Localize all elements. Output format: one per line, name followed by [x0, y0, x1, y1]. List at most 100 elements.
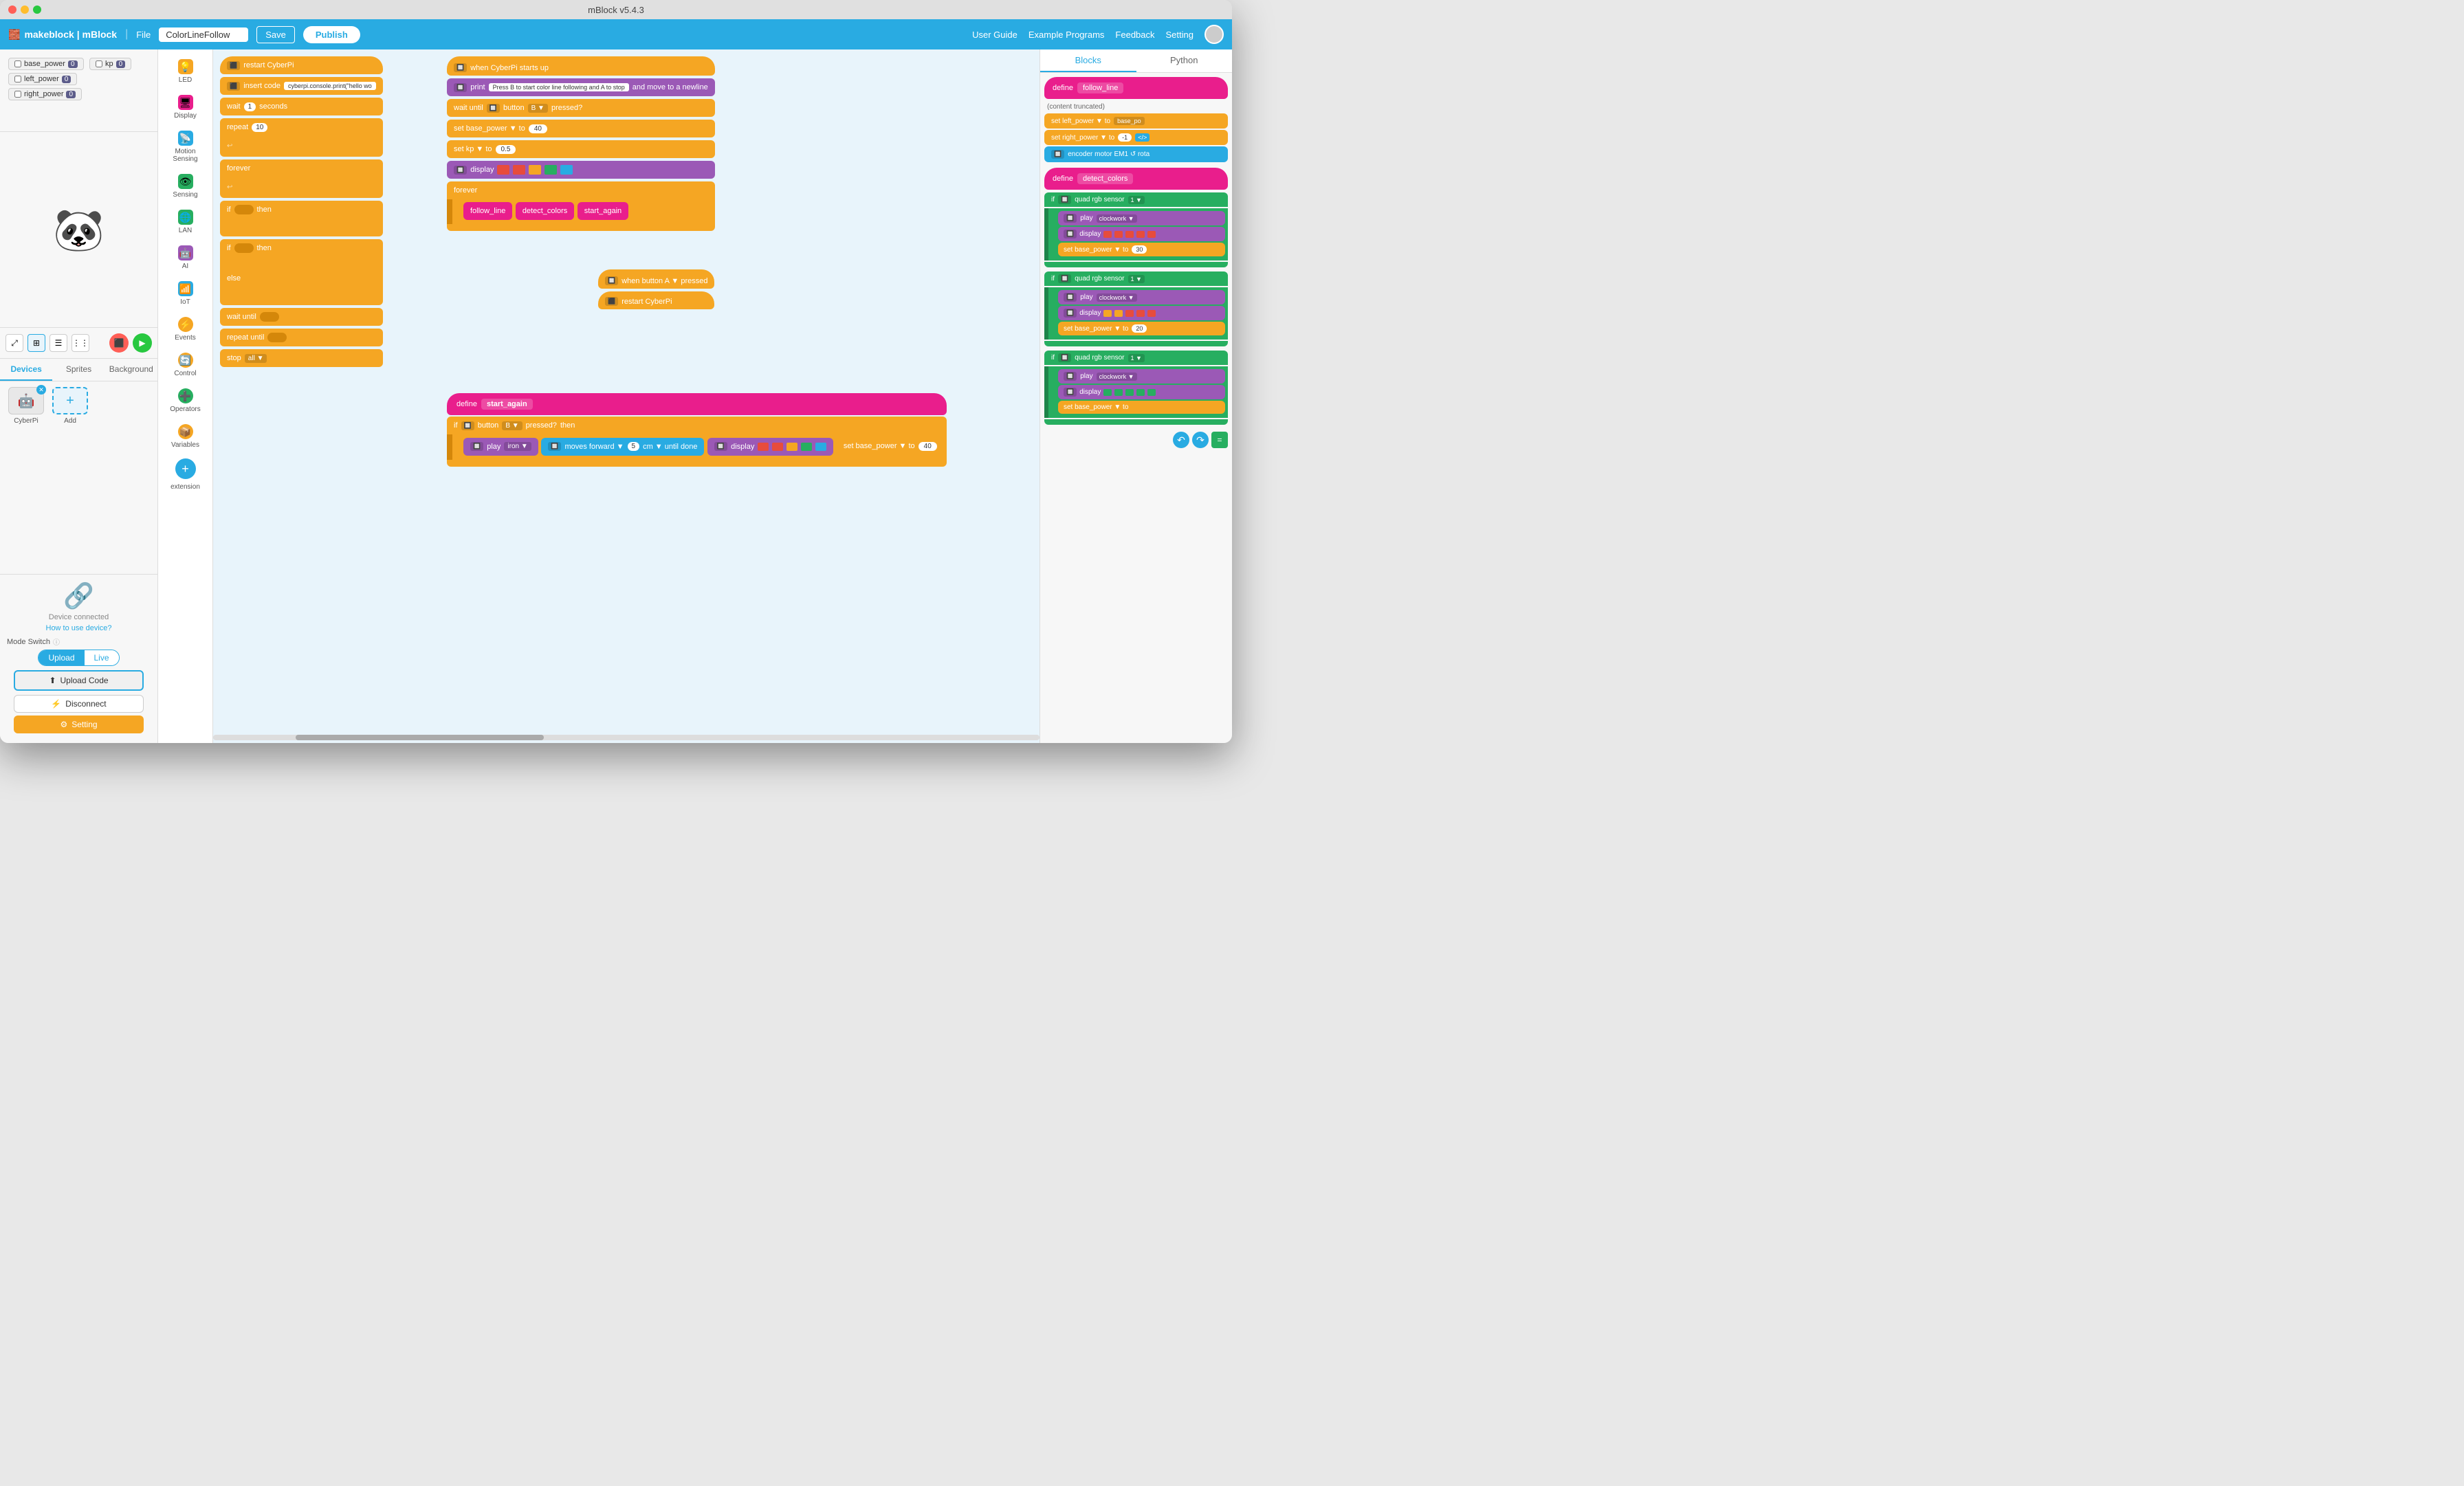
- block-detect-colors[interactable]: detect_colors: [516, 202, 574, 220]
- block-set-left-power[interactable]: set left_power ▼ to base_po: [1044, 113, 1228, 129]
- block-wait-until-btn[interactable]: wait until 🔲 button B ▼ pressed?: [447, 99, 715, 117]
- device-delete-btn[interactable]: ✕: [36, 385, 46, 395]
- quad-2-dd[interactable]: 1 ▼: [1128, 275, 1145, 283]
- how-to-use-link[interactable]: How to use device?: [7, 624, 151, 632]
- run-button[interactable]: ▶: [133, 333, 152, 353]
- upload-mode-btn[interactable]: Upload: [38, 650, 84, 665]
- block-b-dd[interactable]: B ▼: [502, 421, 522, 430]
- live-mode-btn[interactable]: Live: [85, 650, 119, 665]
- block-if-quad-2[interactable]: if 🔲 quad rgb sensor 1 ▼: [1044, 271, 1228, 286]
- block-set-bp-r3[interactable]: set base_power ▼ to: [1058, 401, 1225, 414]
- cat-control[interactable]: 🔄 Control: [161, 348, 210, 381]
- tab-background[interactable]: Background: [105, 359, 157, 381]
- block-kp-value[interactable]: 0.5: [496, 145, 516, 154]
- cat-led[interactable]: 💡 LED: [161, 55, 210, 88]
- block-display-right-3[interactable]: 🔲 display: [1058, 385, 1225, 399]
- add-device-btn[interactable]: +: [52, 387, 88, 414]
- feedback-link[interactable]: Feedback: [1115, 30, 1154, 40]
- tab-sprites[interactable]: Sprites: [52, 359, 104, 381]
- block-wait-until[interactable]: wait until: [220, 308, 383, 326]
- cat-variables[interactable]: 📦 Variables: [161, 420, 210, 453]
- cat-lan[interactable]: 🌐 LAN: [161, 206, 210, 239]
- clockwork-2-dd[interactable]: clockwork ▼: [1097, 293, 1137, 302]
- block-restart-2[interactable]: ⬛ restart CyberPi: [598, 291, 714, 309]
- quad-1-dd[interactable]: 1 ▼: [1128, 196, 1145, 204]
- block-insert-code[interactable]: ⬛ insert code cyberpi.console.print("hel…: [220, 77, 383, 95]
- user-avatar[interactable]: [1204, 25, 1224, 44]
- save-button[interactable]: Save: [256, 26, 295, 43]
- block-moves-forward[interactable]: 🔲 moves forward ▼ 5 cm ▼ until done: [541, 438, 704, 456]
- var-right-power-checkbox[interactable]: [14, 91, 21, 98]
- cat-display[interactable]: 🖥 Display: [161, 91, 210, 124]
- maximize-button[interactable]: [33, 5, 41, 14]
- var-kp-checkbox[interactable]: [96, 60, 102, 67]
- var-left-power-checkbox[interactable]: [14, 76, 21, 82]
- block-wait[interactable]: wait 1 seconds: [220, 98, 383, 115]
- block-play-clockwork-1[interactable]: 🔲 play clockwork ▼: [1058, 211, 1225, 225]
- block-if-quad-3[interactable]: if 🔲 quad rgb sensor 1 ▼: [1044, 351, 1228, 365]
- block-restart-cyberpi[interactable]: ⬛ restart CyberPi: [220, 56, 383, 74]
- stage-list-icon[interactable]: ☰: [50, 334, 67, 352]
- block-if[interactable]: if then: [220, 201, 383, 219]
- right-tab-blocks[interactable]: Blocks: [1040, 49, 1136, 72]
- block-if-quad-1[interactable]: if 🔲 quad rgb sensor 1 ▼: [1044, 192, 1228, 207]
- block-set-bp2[interactable]: set base_power ▼ to 40: [837, 437, 944, 455]
- stage-dots-icon[interactable]: ⋮⋮: [72, 334, 89, 352]
- block-stop-dd[interactable]: all ▼: [245, 354, 267, 363]
- device-cyberpi[interactable]: 🤖 ✕ CyberPi: [6, 387, 47, 425]
- block-repeat[interactable]: repeat 10: [220, 118, 383, 136]
- define-detect-colors-block[interactable]: define detect_colors: [1044, 168, 1228, 190]
- filename-input[interactable]: [159, 27, 248, 42]
- block-bp2-value[interactable]: 40: [918, 442, 937, 451]
- block-print-text[interactable]: Press B to start color line following an…: [489, 83, 629, 91]
- canvas-scrollbar-thumb[interactable]: [296, 735, 544, 740]
- block-code-input[interactable]: cyberpi.console.print("hello wo: [284, 82, 376, 90]
- publish-button[interactable]: Publish: [303, 26, 360, 43]
- zoom-in-btn[interactable]: ↶: [1173, 432, 1189, 448]
- block-forever-header[interactable]: forever: [447, 181, 715, 199]
- block-print[interactable]: 🔲 print Press B to start color line foll…: [447, 78, 715, 96]
- disconnect-button[interactable]: ⚡ Disconnect: [14, 695, 144, 713]
- block-define-start-again-hat[interactable]: define start_again: [447, 393, 947, 415]
- zoom-out-btn[interactable]: ↷: [1192, 432, 1209, 448]
- block-display-colors[interactable]: 🔲 display: [447, 161, 715, 179]
- cat-motion-sensing[interactable]: 📡 Motion Sensing: [161, 126, 210, 167]
- setting-link[interactable]: Setting: [1166, 30, 1194, 40]
- zoom-reset-btn[interactable]: =: [1211, 432, 1228, 448]
- block-if-b-header[interactable]: if 🔲 button B ▼ pressed? then: [447, 417, 947, 434]
- block-set-base-power[interactable]: set base_power ▼ to 40: [447, 120, 715, 137]
- block-set-right-power[interactable]: set right_power ▼ to -1 </>: [1044, 130, 1228, 145]
- quad-3-dd[interactable]: 1 ▼: [1128, 354, 1145, 362]
- define-follow-line-block[interactable]: define follow_line: [1044, 77, 1228, 99]
- minimize-button[interactable]: [21, 5, 29, 14]
- block-play-clockwork-2[interactable]: 🔲 play clockwork ▼: [1058, 290, 1225, 304]
- block-follow-line[interactable]: follow_line: [463, 202, 512, 220]
- add-device-card[interactable]: + Add: [52, 387, 88, 425]
- block-bp-value[interactable]: 40: [529, 124, 547, 133]
- cat-sensing[interactable]: 👁 Sensing: [161, 170, 210, 203]
- block-start-again[interactable]: start_again: [578, 202, 628, 220]
- tab-devices[interactable]: Devices: [0, 359, 52, 381]
- block-set-kp[interactable]: set kp ▼ to 0.5: [447, 140, 715, 158]
- block-display-right-2[interactable]: 🔲 display: [1058, 306, 1225, 320]
- file-menu[interactable]: File: [136, 30, 151, 40]
- block-ifelse[interactable]: if then: [220, 239, 383, 257]
- right-tab-python[interactable]: Python: [1136, 49, 1233, 72]
- block-iron-dd[interactable]: iron ▼: [504, 442, 531, 451]
- setting-button[interactable]: ⚙ Setting: [14, 716, 144, 733]
- block-btn-dd[interactable]: B ▼: [528, 104, 548, 113]
- block-set-bp-r2[interactable]: set base_power ▼ to 20: [1058, 322, 1225, 335]
- block-display-right-1[interactable]: 🔲 display: [1058, 227, 1225, 241]
- stage-expand-icon[interactable]: ⤢: [6, 334, 23, 352]
- clockwork-3-dd[interactable]: clockwork ▼: [1097, 373, 1137, 381]
- cat-extension-btn[interactable]: +: [175, 458, 196, 479]
- block-repeat-until[interactable]: repeat until: [220, 329, 383, 346]
- stop-button[interactable]: ⬛: [109, 333, 129, 353]
- clockwork-1-dd[interactable]: clockwork ▼: [1097, 214, 1137, 223]
- block-forever[interactable]: forever: [220, 159, 383, 177]
- block-stop[interactable]: stop all ▼: [220, 349, 383, 367]
- block-moves-value[interactable]: 5: [628, 442, 640, 451]
- block-repeat-value[interactable]: 10: [252, 123, 267, 132]
- block-display-colors2[interactable]: 🔲 display: [707, 438, 833, 456]
- canvas-scrollbar-h[interactable]: [213, 735, 1040, 740]
